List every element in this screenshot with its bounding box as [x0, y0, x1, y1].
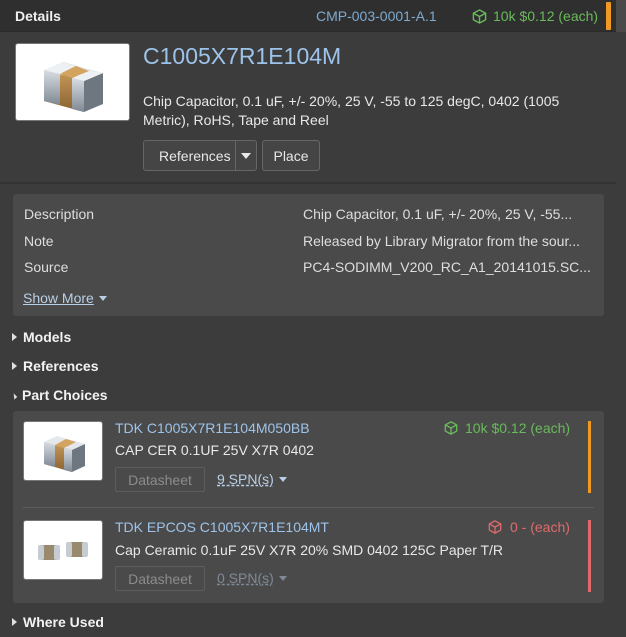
capacitor-chip-image: [44, 436, 85, 472]
scrollbar-track[interactable]: [616, 0, 626, 32]
spn-dropdown[interactable]: 0 SPN(s): [217, 570, 287, 586]
status-accent-bar: [588, 520, 591, 592]
header-stock-price: 10k $0.12 (each): [493, 8, 599, 24]
property-key: Description: [24, 206, 95, 222]
capacitor-chip-image: [44, 62, 103, 112]
cube-icon: [488, 520, 502, 534]
part-choice-name[interactable]: TDK C1005X7R1E104M050BB: [115, 420, 310, 436]
chevron-down-icon: [10, 392, 18, 400]
chevron-right-icon: [12, 362, 17, 370]
choice-divider: [23, 507, 594, 508]
properties-panel: Description Chip Capacitor, 0.1 uF, +/- …: [13, 194, 604, 316]
place-button[interactable]: Place: [262, 140, 320, 171]
datasheet-button[interactable]: Datasheet: [115, 467, 205, 492]
spn-dropdown[interactable]: 9 SPN(s): [217, 471, 287, 487]
part-choice-image: [23, 520, 103, 580]
caret-down-icon: [278, 476, 287, 482]
part-choice-stock: 10k $0.12 (each): [465, 420, 571, 436]
part-choice-name[interactable]: TDK EPCOS C1005X7R1E104MT: [115, 519, 329, 535]
part-choice-image: [23, 421, 103, 481]
part-description: Chip Capacitor, 0.1 uF, +/- 20%, 25 V, -…: [143, 93, 560, 128]
part-choice-stock: 0 - (each): [510, 519, 570, 535]
part-number-link[interactable]: CMP-003-0001-A.1: [316, 8, 437, 24]
cube-icon: [444, 421, 458, 435]
section-where-used-label: Where Used: [23, 614, 104, 630]
property-value: Released by Library Migrator from the so…: [303, 233, 581, 249]
show-more-label: Show More: [23, 290, 94, 306]
chevron-right-icon: [12, 618, 17, 626]
datasheet-button-label: Datasheet: [128, 570, 192, 587]
section-part-choices[interactable]: Part Choices: [10, 387, 108, 403]
section-references-label: References: [23, 358, 99, 374]
details-header: Details CMP-003-0001-A.1 10k $0.12 (each…: [0, 0, 626, 32]
part-image: [15, 43, 130, 121]
datasheet-button[interactable]: Datasheet: [115, 566, 205, 591]
section-references[interactable]: References: [12, 358, 99, 374]
part-choices-panel: TDK C1005X7R1E104M050BB CAP CER 0.1UF 25…: [13, 411, 604, 603]
chevron-right-icon: [12, 333, 17, 341]
property-key: Source: [24, 259, 69, 275]
status-accent-bar: [606, 2, 611, 30]
section-models-label: Models: [23, 329, 72, 345]
chevron-down-icon: [98, 295, 107, 301]
place-button-label: Place: [273, 147, 309, 164]
datasheet-button-label: Datasheet: [128, 471, 192, 488]
property-value: Chip Capacitor, 0.1 uF, +/- 20%, 25 V, -…: [303, 206, 573, 222]
status-accent-bar: [588, 421, 591, 493]
references-button-label: References: [159, 147, 231, 164]
panel-title: Details: [15, 8, 61, 24]
section-models[interactable]: Models: [12, 329, 71, 345]
caret-down-icon: [278, 575, 287, 581]
part-choice-description: CAP CER 0.1UF 25V X7R 0402: [115, 442, 314, 458]
capacitor-chip-image: [38, 542, 88, 560]
show-more-link[interactable]: Show More: [23, 290, 107, 306]
property-value: PC4-SODIMM_V200_RC_A1_20141015.SC...: [303, 259, 591, 275]
spn-label: 0 SPN(s): [217, 570, 274, 586]
section-part-choices-label: Part Choices: [22, 387, 108, 403]
part-choice-description: Cap Ceramic 0.1uF 25V X7R 20% SMD 0402 1…: [115, 542, 504, 558]
part-title: C1005X7R1E104M: [143, 43, 342, 69]
spn-label: 9 SPN(s): [217, 471, 274, 487]
section-where-used[interactable]: Where Used: [12, 614, 104, 630]
references-dropdown-toggle[interactable]: [235, 140, 256, 171]
section-divider: [0, 182, 616, 184]
property-key: Note: [24, 233, 54, 249]
cube-icon: [472, 9, 487, 24]
caret-down-icon: [241, 152, 251, 159]
